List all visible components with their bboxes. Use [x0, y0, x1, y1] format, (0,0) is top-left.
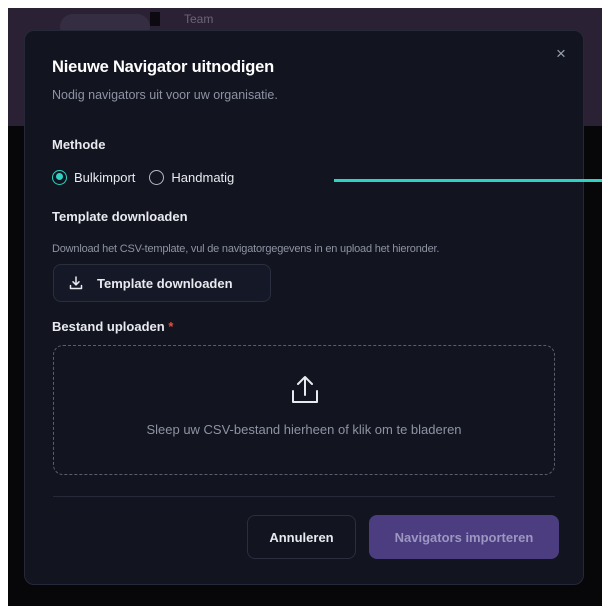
dialog-title: Nieuwe Navigator uitnodigen [52, 58, 274, 76]
required-indicator: * [168, 319, 174, 334]
dropzone-text: Sleep uw CSV-bestand hierheen of klik om… [146, 422, 462, 437]
method-label: Methode [52, 137, 106, 152]
invite-navigator-dialog: × Nieuwe Navigator uitnodigen Nodig navi… [24, 30, 584, 585]
radio-bulkimport-label: Bulkimport [74, 169, 136, 185]
method-radio-group: Bulkimport Handmatig [52, 168, 248, 186]
download-template-button[interactable]: Template downloaden [53, 264, 271, 302]
background-marker [150, 12, 160, 26]
radio-option-handmatig[interactable]: Handmatig [149, 169, 235, 185]
template-label: Template downloaden [52, 209, 188, 224]
radio-handmatig[interactable] [149, 169, 165, 185]
download-template-label: Template downloaden [97, 275, 233, 291]
upload-icon [292, 376, 318, 403]
background-team-label: Team [184, 12, 214, 26]
cancel-button[interactable]: Annuleren [247, 515, 356, 559]
file-dropzone[interactable]: Sleep uw CSV-bestand hierheen of klik om… [53, 345, 555, 475]
upload-label: Bestand uploaden * [52, 319, 173, 334]
import-navigators-button[interactable]: Navigators importeren [369, 515, 559, 559]
footer-divider [53, 496, 555, 497]
dialog-subtitle: Nodig navigators uit voor uw organisatie… [52, 88, 278, 102]
radio-option-bulkimport[interactable]: Bulkimport [52, 169, 136, 185]
download-icon [69, 276, 83, 290]
template-helper-text: Download het CSV-template, vul de naviga… [52, 243, 440, 255]
radio-handmatig-label: Handmatig [171, 169, 235, 185]
radio-bulkimport[interactable] [52, 169, 67, 185]
annotation-line [334, 179, 602, 182]
upload-label-text: Bestand uploaden [52, 319, 165, 334]
close-icon[interactable]: × [552, 45, 570, 63]
